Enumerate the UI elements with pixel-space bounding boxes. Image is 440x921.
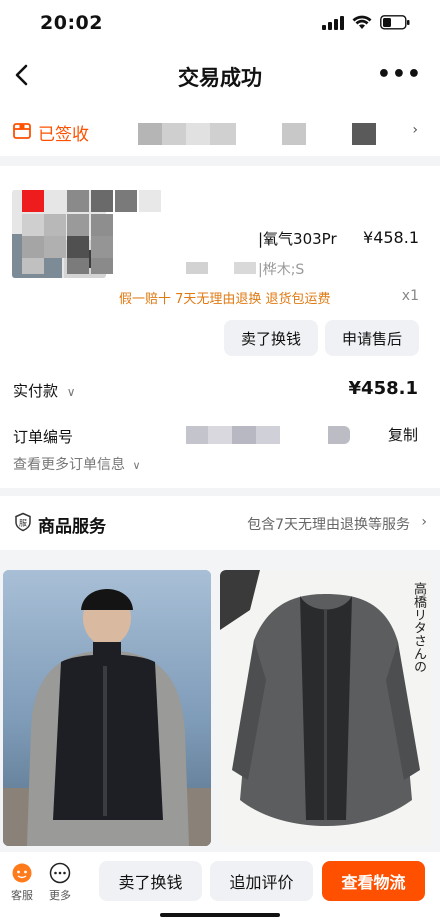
vertical-caption: 高橋リタさんの: [411, 582, 426, 673]
home-indicator: [160, 913, 280, 917]
recommend-product-image[interactable]: 高橋リタさんの: [220, 570, 432, 846]
more-options-icon[interactable]: •••: [377, 64, 422, 86]
bottom-action-bar: 客服 更多 卖了换钱 追加评价 查看物流: [0, 852, 440, 921]
redacted-order-number: [186, 426, 372, 444]
redacted-block: [186, 262, 208, 274]
product-title[interactable]: |氧气303Pr: [258, 228, 337, 249]
customer-service-button[interactable]: 客服: [4, 862, 40, 903]
guarantee-tags: 假一赔十 7天无理由退换 退货包运费: [119, 292, 331, 307]
paid-amount-value: ¥458.1: [348, 378, 418, 399]
package-signed-icon: [13, 123, 31, 139]
chevron-right-icon: ›: [421, 514, 427, 530]
redacted-block: [234, 262, 256, 274]
chevron-right-icon: ›: [412, 122, 418, 138]
status-bar: 20:02: [0, 0, 440, 46]
sell-bottom-button[interactable]: 卖了换钱: [99, 861, 202, 901]
chevron-down-icon: ∨: [132, 459, 141, 472]
jacket-photo: [220, 570, 432, 846]
service-description: 包含7天无理由退换等服务: [247, 517, 410, 533]
svg-text:服: 服: [19, 519, 27, 528]
aftersale-button[interactable]: 申请售后: [325, 320, 419, 356]
view-logistics-button[interactable]: 查看物流: [322, 861, 425, 901]
customer-service-label: 客服: [11, 889, 33, 902]
paid-amount-text: 实付款: [13, 382, 59, 400]
paid-amount-label[interactable]: 实付款 ∨: [13, 380, 76, 401]
redacted-block: [352, 123, 376, 145]
product-sku: |桦木;S: [258, 262, 305, 278]
product-quantity: x1: [401, 288, 419, 304]
copy-order-button[interactable]: 复制: [388, 424, 418, 445]
add-review-button[interactable]: 追加评价: [210, 861, 313, 901]
wifi-icon: [352, 15, 372, 29]
recommend-product-image[interactable]: [3, 570, 211, 846]
more-order-info-text: 查看更多订单信息: [13, 457, 125, 473]
order-number-label: 订单编号: [13, 428, 74, 446]
product-service-row[interactable]: 服 商品服务 包含7天无理由退换等服务 ›: [0, 496, 440, 550]
shield-icon: 服: [15, 512, 31, 532]
more-button[interactable]: 更多: [42, 862, 78, 903]
chevron-down-icon: ∨: [66, 385, 76, 399]
service-title: 商品服务: [38, 517, 106, 537]
more-label: 更多: [49, 889, 71, 902]
redacted-title-mosaic: [12, 190, 162, 276]
order-card: |氧气303Pr ¥458.1 |桦木;S 假一赔十 7天无理由退换 退货包运费…: [0, 166, 440, 488]
page-title: 交易成功: [178, 66, 262, 90]
product-price: ¥458.1: [363, 228, 419, 247]
battery-icon: [380, 15, 410, 30]
vest-photo: [3, 570, 211, 846]
nav-bar: 交易成功 •••: [0, 46, 440, 106]
status-time: 20:02: [40, 12, 103, 34]
more-order-info-link[interactable]: 查看更多订单信息 ∨: [13, 454, 141, 474]
more-icon: [49, 862, 71, 884]
status-icons: [322, 15, 410, 30]
delivery-status-label: 已签收: [38, 125, 89, 145]
redacted-address: [138, 123, 236, 145]
signal-icon: [322, 15, 344, 30]
redacted-block: [282, 123, 306, 145]
sell-button[interactable]: 卖了换钱: [224, 320, 318, 356]
delivery-status-bar[interactable]: 已签收 ›: [0, 106, 440, 156]
customer-service-icon: [12, 863, 32, 883]
